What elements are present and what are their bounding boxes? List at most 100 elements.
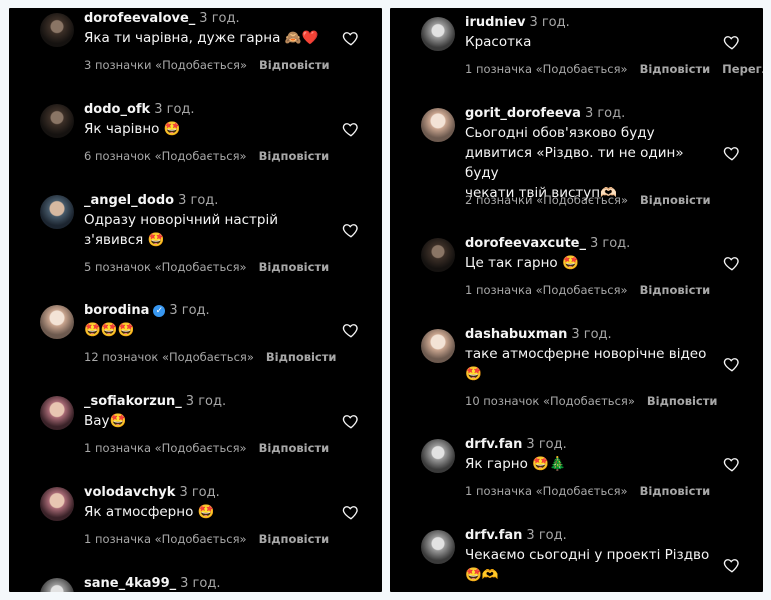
view-translation-button[interactable]: Переглян — [722, 62, 763, 76]
comment-text: Як атмосферно 🤩 — [84, 504, 215, 520]
like-heart-icon[interactable] — [723, 254, 741, 272]
likes-count[interactable]: 1 позначка «Подобається» — [84, 441, 247, 455]
reply-button[interactable]: Відповісти — [640, 283, 711, 297]
comment-meta: 10 позначок «Подобається» Відповісти — [465, 394, 717, 408]
comment-username[interactable]: gorit_dorofeeva 3 год. — [465, 106, 625, 121]
avatar[interactable] — [421, 108, 455, 142]
likes-count[interactable]: 5 позначок «Подобається» — [84, 260, 247, 274]
username-text[interactable]: _angel_dodo — [84, 193, 174, 208]
avatar[interactable] — [40, 396, 74, 430]
reply-button[interactable]: Відповісти — [640, 193, 711, 207]
comment-username[interactable]: volodavchyk 3 год. — [84, 485, 220, 500]
comment-username[interactable]: _angel_dodo 3 год. — [84, 193, 218, 208]
avatar[interactable] — [421, 530, 455, 564]
username-text[interactable]: dashabuxman — [465, 327, 567, 342]
username-text[interactable]: irudniev — [465, 15, 525, 30]
comment-meta: 1 позначка «Подобається» Відповісти Перегл… — [465, 62, 763, 76]
comment-text: Яка ти чарівна, дуже гарна 🙈❤️ — [84, 30, 319, 46]
comment-meta: 12 позначок «Подобається» Відповісти — [84, 350, 336, 364]
comment-text: Як чарівно 🤩 — [84, 121, 181, 137]
comment-username[interactable]: dorofeevaxcute_ 3 год. — [465, 236, 630, 251]
comment-text: таке атмосферне новорічне відео 🤩 — [465, 346, 707, 382]
avatar[interactable] — [40, 578, 74, 592]
avatar[interactable] — [40, 104, 74, 138]
avatar[interactable] — [421, 17, 455, 51]
left-comment-panel: dorofeevalove_ 3 год. Яка ти чарівна, дуже… — [9, 8, 382, 592]
likes-count[interactable]: 1 позначка «Подобається» — [465, 484, 628, 498]
comment-time: 3 год. — [179, 485, 220, 500]
likes-count[interactable]: 1 позначка «Подобається» — [465, 62, 628, 76]
comment-username[interactable]: dodo_ofk 3 год. — [84, 102, 195, 117]
username-text[interactable]: gorit_dorofeeva — [465, 106, 581, 121]
username-text[interactable]: volodavchyk — [84, 485, 175, 500]
comment-username[interactable]: sane_4ka99_ 3 год. — [84, 576, 220, 591]
likes-count[interactable]: 10 позначок «Подобається» — [465, 394, 635, 408]
comment-username[interactable]: drfv.fan 3 год. — [465, 437, 567, 452]
username-text[interactable]: dorofeevaxcute_ — [465, 236, 586, 251]
like-heart-icon[interactable] — [342, 120, 360, 138]
likes-count[interactable]: 1 позначка «Подобається» — [84, 532, 247, 546]
username-text[interactable]: sane_4ka99_ — [84, 576, 176, 591]
comment-meta: 1 позначка «Подобається» Відповісти — [465, 484, 710, 498]
comment-time: 3 год. — [529, 15, 570, 30]
likes-count[interactable]: 6 позначок «Подобається» — [84, 149, 247, 163]
comment-meta: 1 позначка «Подобається» Відповісти — [465, 283, 710, 297]
username-text[interactable]: _sofiakorzun_ — [84, 394, 182, 409]
like-heart-icon[interactable] — [723, 556, 741, 574]
username-text[interactable]: drfv.fan — [465, 437, 522, 452]
likes-count[interactable]: 12 позначок «Подобається» — [84, 350, 254, 364]
like-heart-icon[interactable] — [342, 221, 360, 239]
avatar[interactable] — [40, 487, 74, 521]
reply-button[interactable]: Відповісти — [259, 58, 330, 72]
comment-meta: 3 позначки «Подобається» Відповісти — [84, 58, 330, 72]
comment-username[interactable]: dashabuxman 3 год. — [465, 327, 612, 342]
comment-username[interactable]: _sofiakorzun_ 3 год. — [84, 394, 226, 409]
comment-username[interactable]: drfv.fan 3 год. — [465, 528, 567, 543]
avatar[interactable] — [421, 439, 455, 473]
likes-count[interactable]: 2 позначки «Подобається» — [465, 193, 628, 207]
avatar[interactable] — [40, 13, 74, 47]
comment-text: Вау🤩 — [84, 413, 127, 429]
comment-text: Одразу новорічний настрій з'явився 🤩 — [84, 212, 279, 248]
like-heart-icon[interactable] — [342, 412, 360, 430]
comment-text: Красотка — [465, 34, 532, 50]
comment-meta: 2 позначки «Подобається» Відповісти — [465, 193, 711, 207]
comment-time: 3 год. — [526, 528, 567, 543]
comment-text: 🤩🤩🤩 — [84, 322, 135, 338]
comment-username[interactable]: borodina ✓ 3 год. — [84, 303, 210, 318]
avatar[interactable] — [421, 329, 455, 363]
comment-username[interactable]: irudniev 3 год. — [465, 15, 570, 30]
reply-button[interactable]: Відповісти — [647, 394, 718, 408]
like-heart-icon[interactable] — [723, 33, 741, 51]
avatar[interactable] — [40, 195, 74, 229]
like-heart-icon[interactable] — [723, 355, 741, 373]
reply-button[interactable]: Відповісти — [259, 532, 330, 546]
verified-badge-icon: ✓ — [153, 305, 166, 317]
comment-username[interactable]: dorofeevalove_ 3 год. — [84, 11, 240, 26]
like-heart-icon[interactable] — [342, 503, 360, 521]
reply-button[interactable]: Відповісти — [640, 62, 711, 76]
likes-count[interactable]: 1 позначка «Подобається» — [465, 283, 628, 297]
likes-count[interactable]: 3 позначки «Подобається» — [84, 58, 247, 72]
reply-button[interactable]: Відповісти — [266, 350, 337, 364]
avatar[interactable] — [421, 238, 455, 272]
comment-text: Чекаємо сьогодні у проекті Різдво 🤩🫶 — [465, 547, 710, 583]
username-text[interactable]: drfv.fan — [465, 528, 522, 543]
comment-time: 3 год. — [526, 437, 567, 452]
reply-button[interactable]: Відповісти — [259, 149, 330, 163]
username-text[interactable]: dorofeevalove_ — [84, 11, 195, 26]
like-heart-icon[interactable] — [342, 29, 360, 47]
reply-button[interactable]: Відповісти — [259, 260, 330, 274]
like-heart-icon[interactable] — [342, 321, 360, 339]
like-heart-icon[interactable] — [723, 455, 741, 473]
username-text[interactable]: dodo_ofk — [84, 102, 150, 117]
like-heart-icon[interactable] — [723, 144, 741, 162]
avatar[interactable] — [40, 305, 74, 339]
reply-button[interactable]: Відповісти — [259, 441, 330, 455]
username-text[interactable]: borodina — [84, 303, 149, 318]
comment-text: Як гарно 🤩🎄 — [465, 456, 566, 472]
reply-button[interactable]: Відповісти — [640, 484, 711, 498]
comment-time: 3 год. — [178, 193, 219, 208]
comment-time: 3 год. — [571, 327, 612, 342]
comment-time: 3 год. — [169, 303, 210, 318]
